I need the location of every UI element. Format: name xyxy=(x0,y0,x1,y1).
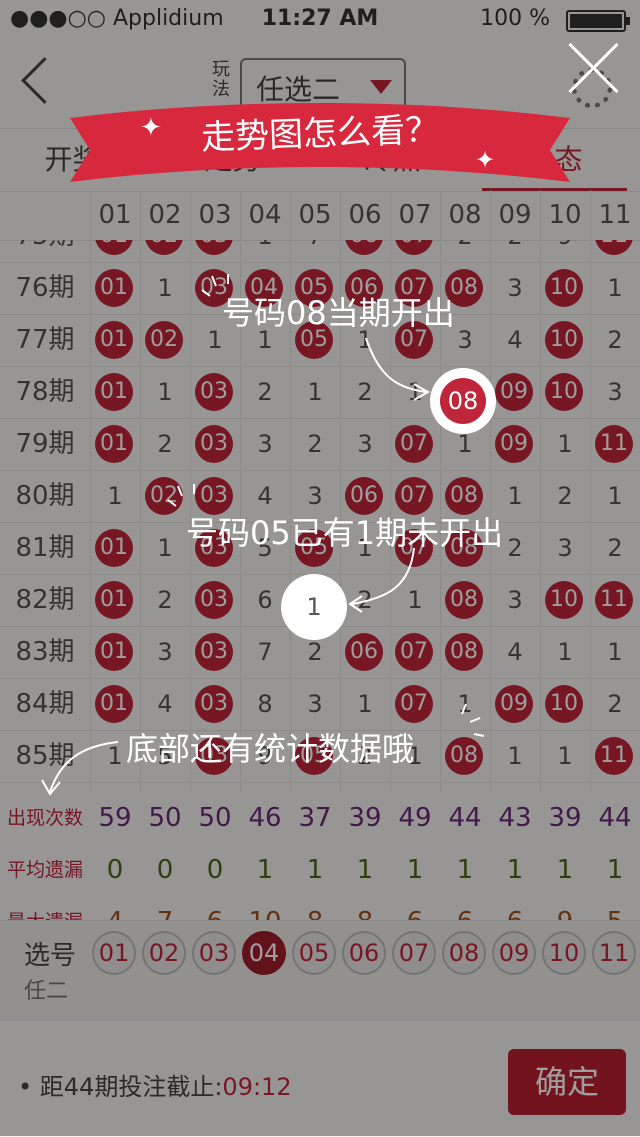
highlight-missed-value: 1 xyxy=(306,593,322,621)
highlight-ball-08: 08 xyxy=(440,378,486,424)
guide-tip-stats: 底部还有统计数据哦 xyxy=(126,730,415,768)
highlight-missed-cell: 1 xyxy=(281,574,347,640)
guide-tip-missed: 号码05已有1期未开出 xyxy=(186,514,504,552)
guide-arrows xyxy=(41,274,485,796)
guide-overlay[interactable]: ✦ ✦ 走势图怎么看？ 号码08当期开出 08 号码05已有1期未开出 1 底部… xyxy=(0,0,640,1136)
highlight-drawn-ball: 08 xyxy=(430,368,496,434)
